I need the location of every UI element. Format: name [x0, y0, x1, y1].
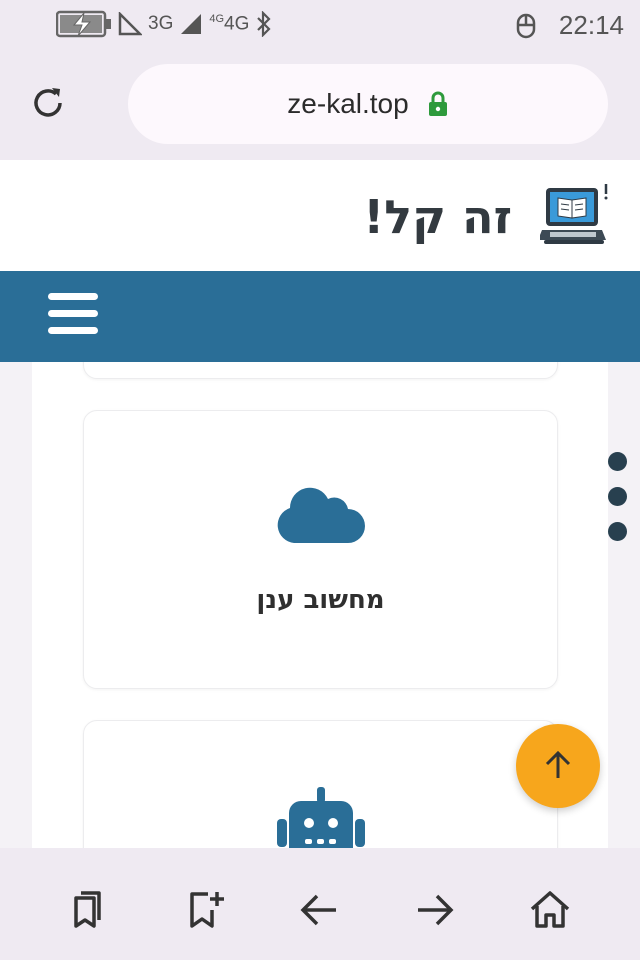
bluetooth-icon: [257, 11, 271, 37]
network-4g-main-label: 4G: [224, 13, 250, 35]
network-4g-label: 4G4G: [209, 13, 249, 35]
signal-icon: [181, 14, 202, 34]
dot: [608, 452, 627, 471]
category-card-cloud[interactable]: מחשוב ענן: [83, 410, 558, 689]
site-header: זה קל!: [0, 160, 640, 271]
back-arrow-icon[interactable]: [298, 888, 342, 932]
status-time: 22:14: [558, 10, 624, 40]
hamburger-line: [48, 310, 98, 317]
notification-icon: [516, 13, 536, 38]
url-text: ze-kal.top: [287, 88, 409, 119]
hamburger-line: [48, 327, 98, 334]
lock-icon: [428, 91, 447, 116]
category-card[interactable]: [83, 362, 558, 379]
forward-arrow-icon[interactable]: [412, 888, 456, 932]
status-right: 22:14: [515, 10, 624, 41]
add-bookmark-icon[interactable]: [184, 888, 228, 932]
status-left: 3G 4G4G: [56, 10, 273, 38]
navbar: [0, 271, 640, 362]
content-area: מחשוב ענן: [0, 362, 640, 848]
signal-icon: [118, 12, 142, 36]
home-icon[interactable]: [528, 888, 572, 932]
dot: [608, 487, 627, 506]
cloud-icon: [277, 487, 365, 543]
hamburger-menu-icon[interactable]: [48, 293, 98, 339]
more-options-icon[interactable]: [608, 452, 632, 557]
category-card-robot[interactable]: [83, 720, 558, 848]
battery-charging-icon: [56, 10, 111, 38]
robot-icon: [276, 787, 365, 848]
arrow-up-icon: [545, 750, 571, 778]
browser-bottom-bar: [0, 848, 640, 960]
laptop-book-icon[interactable]: [540, 182, 610, 248]
site-title[interactable]: זה קל!: [363, 190, 512, 244]
card-label: מחשוב ענן: [256, 585, 385, 615]
network-3g-label: 3G: [148, 13, 174, 34]
reload-icon[interactable]: [30, 85, 66, 121]
url-bar[interactable]: ze-kal.top: [128, 64, 608, 144]
status-bar: 3G 4G4G 22:14: [0, 0, 640, 50]
scroll-to-top-button[interactable]: [516, 724, 600, 808]
hamburger-line: [48, 293, 98, 300]
network-4g-small-label: 4G: [209, 12, 225, 25]
bookmarks-icon[interactable]: [66, 888, 110, 932]
dot: [608, 522, 627, 541]
browser-toolbar: ze-kal.top: [0, 50, 640, 160]
